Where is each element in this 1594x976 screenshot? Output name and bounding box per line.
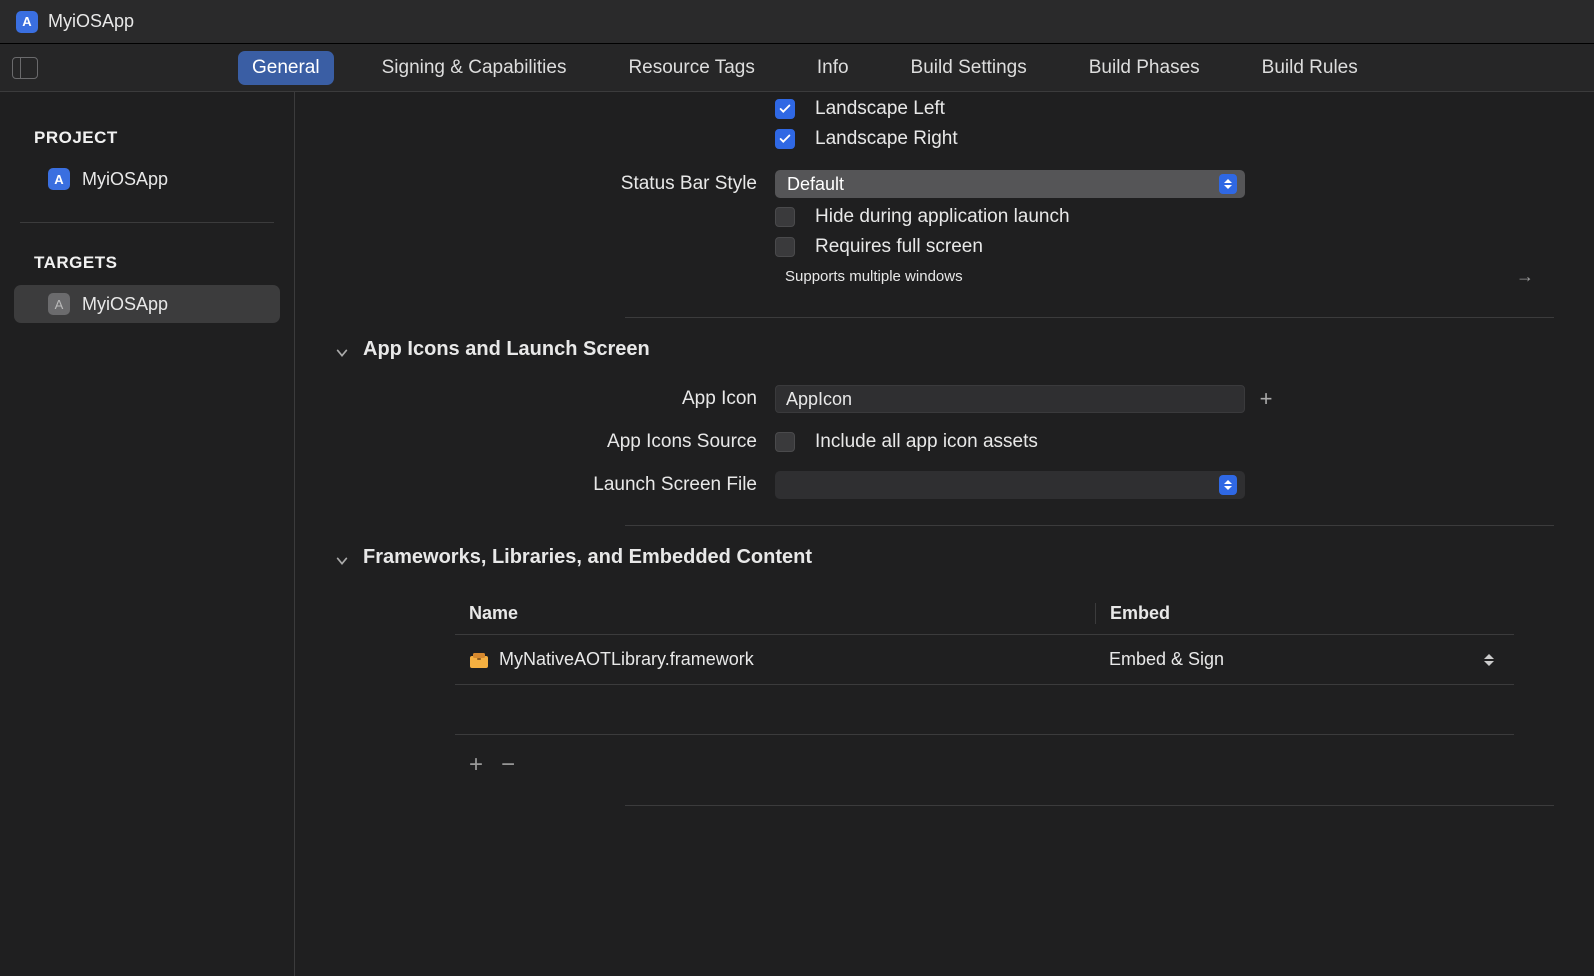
frameworks-actions: + −	[455, 735, 1514, 779]
tab-info[interactable]: Info	[803, 51, 863, 85]
col-name-header[interactable]: Name	[455, 603, 1095, 624]
arrow-right-icon[interactable]: →	[1516, 266, 1534, 287]
add-framework-button[interactable]: +	[469, 751, 483, 779]
check-icon	[778, 132, 792, 146]
tab-build-rules[interactable]: Build Rules	[1248, 51, 1372, 85]
tab-build-phases[interactable]: Build Phases	[1075, 51, 1214, 85]
section-divider	[625, 525, 1554, 526]
hide-during-launch-label: Hide during application launch	[815, 206, 1070, 228]
landscape-right-label: Landscape Right	[815, 128, 958, 150]
project-icon	[48, 168, 70, 190]
landscape-left-checkbox[interactable]	[775, 99, 795, 119]
titlebar: MyiOSApp	[0, 0, 1594, 44]
project-item-label: MyiOSApp	[82, 169, 168, 190]
tab-general[interactable]: General	[238, 51, 334, 85]
editor-content: Landscape Left Landscape Right Status Ba…	[295, 92, 1594, 976]
status-bar-style-label: Status Bar Style	[295, 173, 775, 195]
tabs: General Signing & Capabilities Resource …	[238, 51, 1372, 85]
app-icon-input[interactable]	[775, 385, 1245, 413]
sidebar-divider	[20, 222, 274, 223]
framework-row[interactable]: MyNativeAOTLibrary.framework Embed & Sig…	[455, 635, 1514, 685]
hide-during-launch-checkbox[interactable]	[775, 207, 795, 227]
app-icon-label: App Icon	[295, 388, 775, 410]
section-divider	[625, 805, 1554, 806]
landscape-left-label: Landscape Left	[815, 98, 945, 120]
supports-multiple-windows-label: Supports multiple windows	[785, 268, 963, 285]
status-bar-style-value: Default	[787, 174, 844, 195]
app-icons-section-title: App Icons and Launch Screen	[363, 338, 650, 361]
tab-bar: General Signing & Capabilities Resource …	[0, 44, 1594, 92]
tab-signing[interactable]: Signing & Capabilities	[368, 51, 581, 85]
target-icon	[48, 293, 70, 315]
target-item-label: MyiOSApp	[82, 294, 168, 315]
framework-embed-value: Embed & Sign	[1109, 649, 1224, 670]
framework-name: MyNativeAOTLibrary.framework	[499, 649, 754, 670]
launch-screen-file-select[interactable]	[775, 471, 1245, 499]
app-icons-section-header[interactable]: App Icons and Launch Screen	[295, 338, 1554, 361]
frameworks-table-header: Name Embed	[455, 593, 1514, 635]
landscape-right-checkbox[interactable]	[775, 129, 795, 149]
embed-stepper-icon[interactable]	[1484, 654, 1498, 666]
framework-icon	[469, 651, 489, 669]
frameworks-section-header[interactable]: Frameworks, Libraries, and Embedded Cont…	[295, 546, 1554, 569]
col-embed-header[interactable]: Embed	[1095, 603, 1514, 624]
include-all-assets-checkbox[interactable]	[775, 432, 795, 452]
status-bar-style-select[interactable]: Default	[775, 170, 1245, 198]
chevron-down-icon	[335, 343, 349, 357]
app-icon	[16, 11, 38, 33]
window-title: MyiOSApp	[48, 11, 134, 32]
tab-resource-tags[interactable]: Resource Tags	[614, 51, 768, 85]
dropdown-stepper-icon	[1219, 174, 1237, 194]
remove-framework-button[interactable]: −	[501, 751, 515, 779]
targets-heading: TARGETS	[0, 247, 294, 283]
requires-full-screen-checkbox[interactable]	[775, 237, 795, 257]
launch-screen-file-label: Launch Screen File	[295, 474, 775, 496]
frameworks-section-title: Frameworks, Libraries, and Embedded Cont…	[363, 546, 812, 569]
frameworks-table: Name Embed MyNativeAOTLibrary.framework …	[455, 593, 1514, 779]
tab-build-settings[interactable]: Build Settings	[897, 51, 1041, 85]
app-icons-source-label: App Icons Source	[295, 431, 775, 453]
chevron-down-icon	[335, 551, 349, 565]
section-divider	[625, 317, 1554, 318]
check-icon	[778, 102, 792, 116]
target-item[interactable]: MyiOSApp	[14, 285, 280, 323]
sidebar-toggle-button[interactable]	[12, 57, 38, 79]
dropdown-stepper-icon	[1219, 475, 1237, 495]
project-navigator: PROJECT MyiOSApp TARGETS MyiOSApp	[0, 92, 295, 976]
include-all-assets-label: Include all app icon assets	[815, 431, 1038, 453]
project-item[interactable]: MyiOSApp	[14, 160, 280, 198]
requires-full-screen-label: Requires full screen	[815, 236, 983, 258]
frameworks-empty-row	[455, 685, 1514, 735]
add-app-icon-button[interactable]: +	[1255, 388, 1277, 410]
project-heading: PROJECT	[0, 122, 294, 158]
